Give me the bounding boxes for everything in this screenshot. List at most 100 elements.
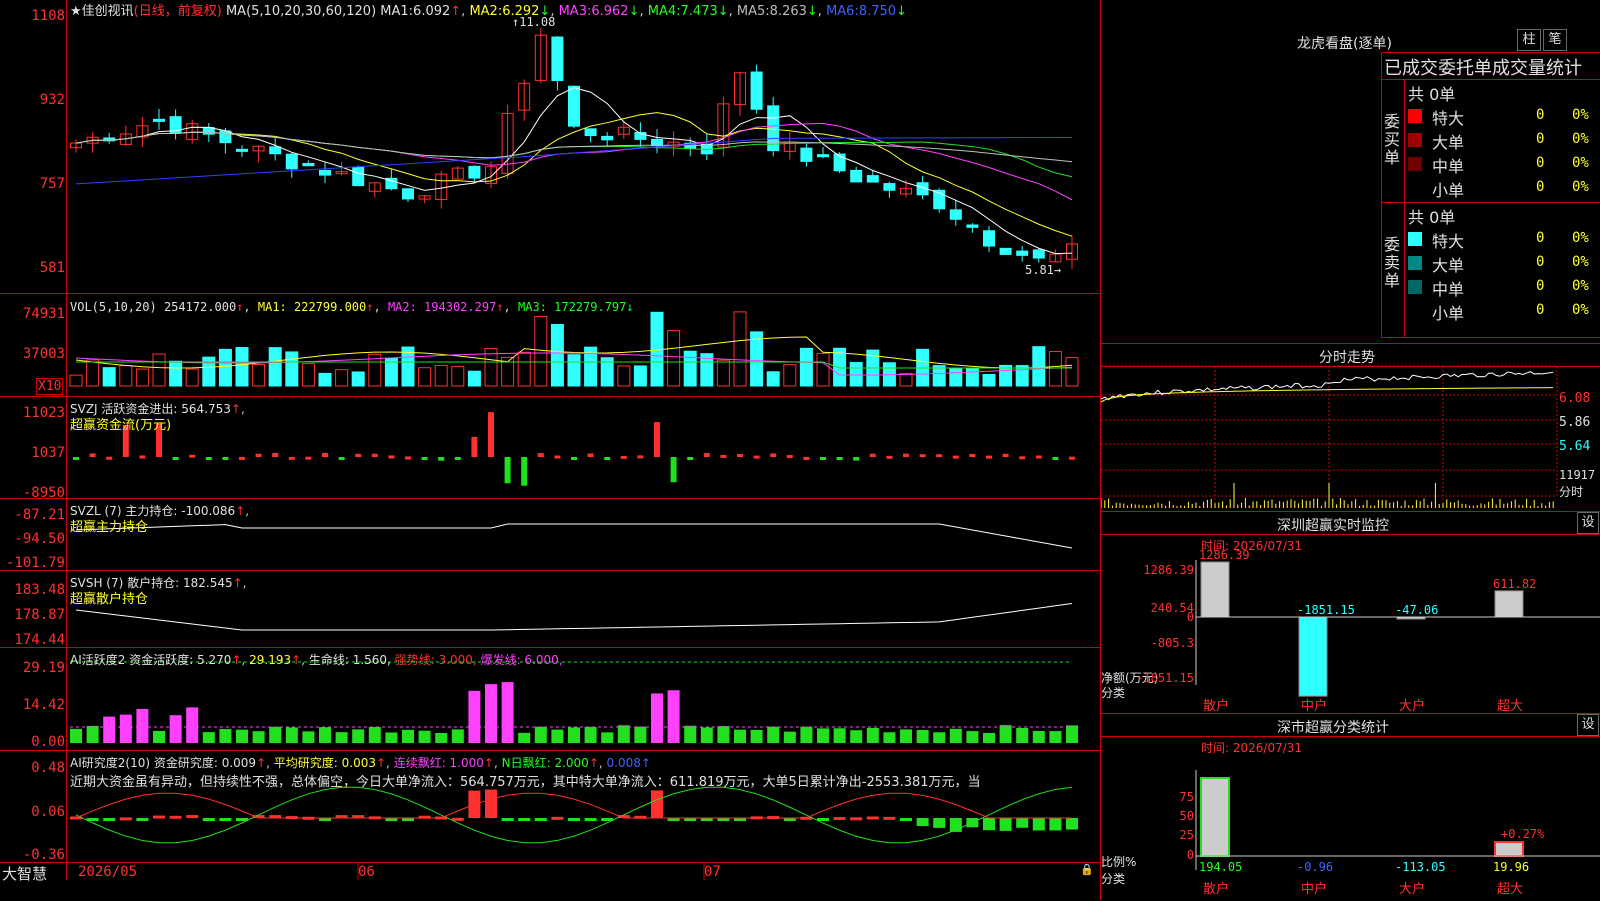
candle-body xyxy=(983,230,995,247)
research-bar xyxy=(202,818,215,821)
activity-bar xyxy=(302,731,315,743)
brand-logo[interactable]: 大智慧 xyxy=(2,863,47,884)
volume-bar xyxy=(683,350,697,387)
volume-bar xyxy=(1032,346,1046,387)
candle-body xyxy=(883,183,896,191)
candle-body xyxy=(1032,249,1045,259)
retail-holding-line xyxy=(75,603,1073,631)
volume-bar xyxy=(766,371,780,387)
research-bar xyxy=(1016,818,1029,828)
ss-value-label: 19.96 xyxy=(1493,860,1529,874)
research-bar xyxy=(1066,818,1078,830)
volume-bar xyxy=(667,330,681,387)
svzl-subtitle: 超赢主力持仓 xyxy=(70,520,149,535)
flow-bar xyxy=(820,457,826,460)
sz-bar-中户 xyxy=(1298,616,1328,697)
ss-category: 散户 xyxy=(1203,881,1229,897)
activity-bar xyxy=(103,716,116,743)
sz-category: 大户 xyxy=(1399,698,1425,714)
volume-bar xyxy=(135,368,149,387)
flow-bar xyxy=(803,456,810,460)
intraday-price-line xyxy=(1101,371,1554,401)
ss-axis-label: 50 xyxy=(1180,809,1194,823)
flow-bar xyxy=(620,455,627,459)
activity-bar xyxy=(269,726,282,743)
volume-bar xyxy=(932,365,946,387)
sz-bar-label: -47.06 xyxy=(1395,603,1438,617)
flow-bar xyxy=(1035,455,1042,459)
activity-bar xyxy=(319,727,331,743)
activity-bar xyxy=(451,729,464,743)
activity-bar xyxy=(402,729,414,743)
ss-pct-label: +0.27% xyxy=(1501,827,1545,841)
volume-bar xyxy=(218,348,232,387)
activity-bar xyxy=(617,725,630,743)
activity-bar xyxy=(418,730,431,743)
activity-bar xyxy=(186,707,199,743)
activity-bar xyxy=(966,731,979,743)
vol-unit-badge[interactable]: X10 xyxy=(36,378,64,395)
date-label: 2026/05 xyxy=(78,864,138,880)
ss-value-label: 194.05 xyxy=(1199,860,1242,874)
sz-bar-label: 611.82 xyxy=(1493,577,1536,591)
flow-bar xyxy=(770,453,777,457)
flow-bar xyxy=(288,456,295,460)
flow-bar xyxy=(239,456,245,460)
activity-bar xyxy=(352,729,365,743)
activity-bar xyxy=(883,732,896,743)
activity-bar xyxy=(285,727,298,743)
volume-bar xyxy=(252,364,266,387)
candle-body xyxy=(949,209,962,220)
flow-bar xyxy=(587,453,594,457)
research-bar xyxy=(169,815,182,819)
research-bar xyxy=(651,790,663,818)
research-bar xyxy=(850,817,863,821)
research-bar xyxy=(866,816,879,820)
flow-bar xyxy=(670,457,677,483)
flow-bar xyxy=(521,457,528,486)
flow-bar xyxy=(737,453,743,457)
volume-bar xyxy=(833,347,847,387)
lock-icon[interactable]: 🔒 xyxy=(1080,863,1094,876)
activity-bar xyxy=(933,732,946,743)
candle-body xyxy=(352,166,365,187)
activity-bar xyxy=(70,728,82,743)
candle-body xyxy=(999,247,1012,255)
research-bar xyxy=(103,818,116,821)
activity-bar xyxy=(385,732,398,743)
chart-canvas[interactable] xyxy=(0,0,1100,880)
volume-bar xyxy=(799,347,813,387)
volume-bar xyxy=(152,353,166,387)
volume-bar xyxy=(301,363,315,387)
research-bar xyxy=(833,817,846,821)
date-axis: 大智慧 2026/05 06 07 🔒 xyxy=(0,862,1100,884)
axis-svsh-1: 183.48 xyxy=(14,582,65,598)
candle-body xyxy=(651,138,663,147)
sz-category: 散户 xyxy=(1203,698,1229,714)
research-bar xyxy=(153,815,165,819)
research-bar xyxy=(186,815,199,819)
main-holding-line xyxy=(75,523,1073,549)
flow-bar xyxy=(1002,453,1009,457)
activity-bar xyxy=(252,731,265,743)
volume-bar xyxy=(517,351,531,387)
activity-bar xyxy=(1016,728,1029,743)
candle-body xyxy=(236,148,248,152)
activity-bar xyxy=(783,731,796,743)
volume-bar xyxy=(451,365,465,387)
candle-body xyxy=(153,118,165,122)
candle-body xyxy=(750,71,763,110)
sz-bar-超大 xyxy=(1494,590,1524,618)
research-bar xyxy=(1049,818,1062,831)
ss-axis-label: 75 xyxy=(1180,790,1194,804)
flow-bar xyxy=(504,457,511,484)
flow-bar xyxy=(172,457,179,460)
ss-bar-super xyxy=(1494,841,1524,857)
candle-body xyxy=(601,135,614,141)
candle-body xyxy=(1016,250,1029,256)
activity-bar xyxy=(1049,731,1062,743)
axis-price-3: 757 xyxy=(39,176,65,192)
flow-bar xyxy=(322,453,328,457)
candle-body xyxy=(402,188,414,200)
volume-bar xyxy=(999,364,1013,387)
